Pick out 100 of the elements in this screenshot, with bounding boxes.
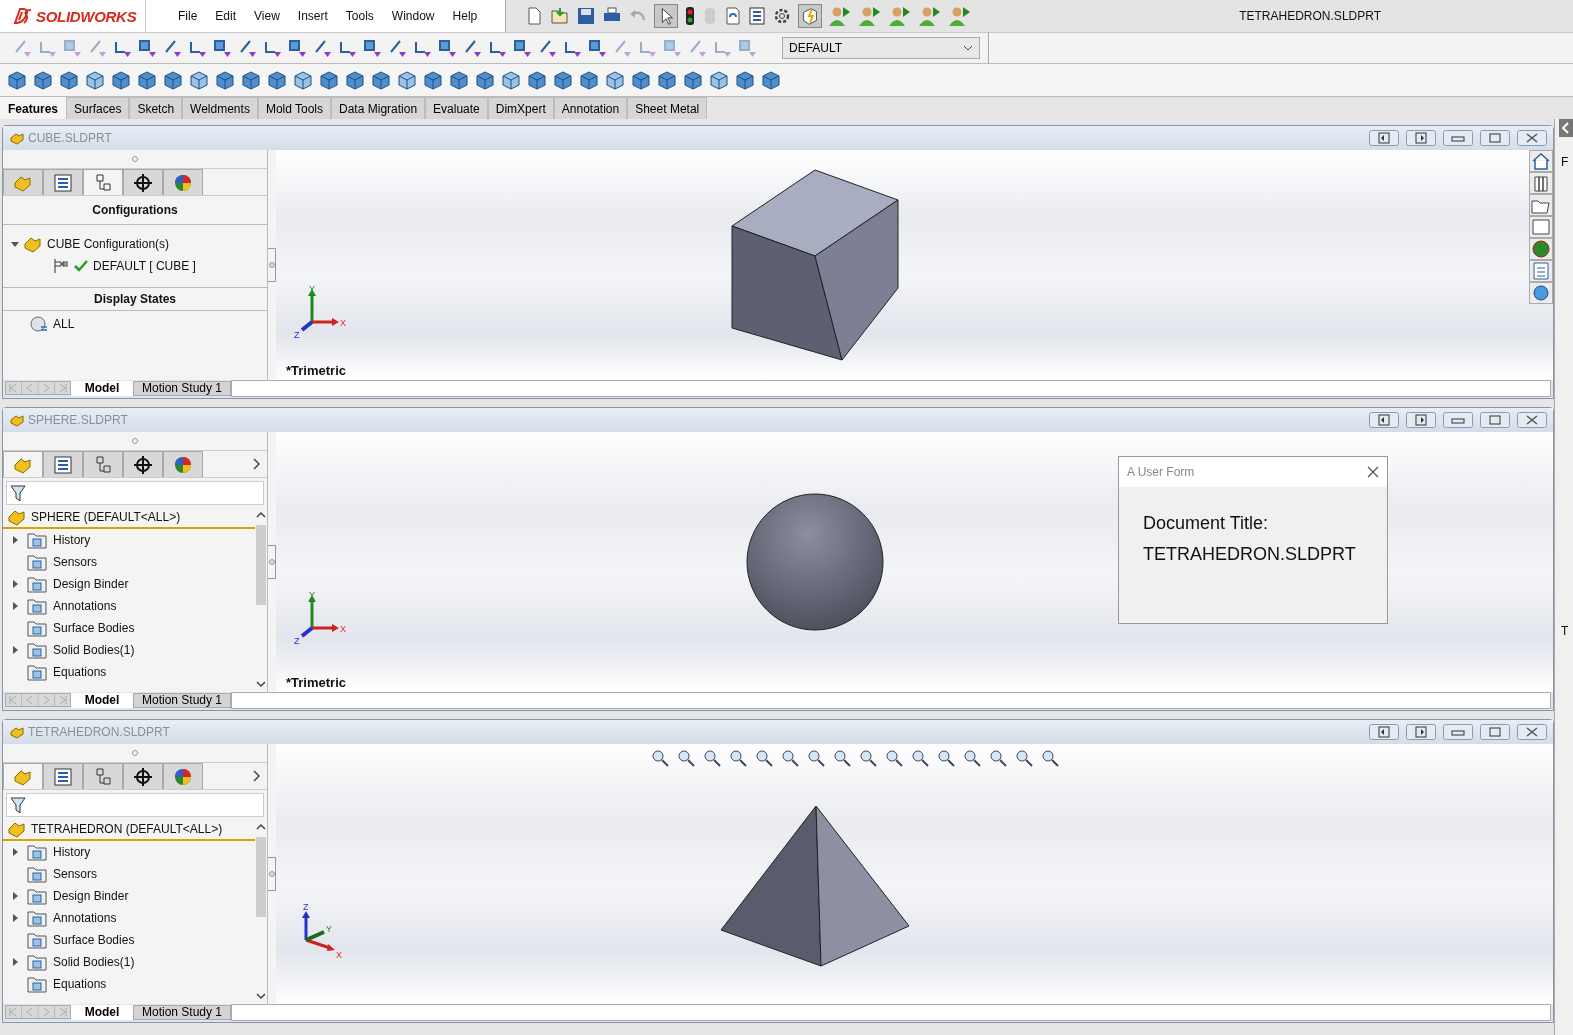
grip-dot-icon[interactable] [131,155,139,163]
sketch-filter-icon[interactable] [587,38,607,58]
select-cursor-icon[interactable] [654,4,678,28]
feature-block-icon[interactable] [630,69,652,91]
view-tool-icon[interactable] [805,748,826,768]
model-tab[interactable]: Motion Study 1 [133,380,232,396]
panel-tab[interactable] [123,169,163,195]
menu-item[interactable]: Insert [297,9,328,23]
feature-block-icon[interactable] [422,69,444,91]
chevron-right-icon[interactable] [253,770,261,782]
chevron-left-icon[interactable] [1559,119,1573,137]
panel-tab[interactable] [43,169,83,195]
minimize-icon[interactable] [1443,130,1473,146]
command-tab[interactable]: Surfaces [66,97,130,119]
sketch-filter-icon[interactable] [362,38,382,58]
home-icon[interactable] [1529,150,1553,172]
feature-block-icon[interactable] [58,69,80,91]
pyramid-model[interactable] [718,804,911,968]
feature-block-icon[interactable] [682,69,704,91]
model-tab[interactable]: Model [71,1004,133,1020]
close-icon[interactable] [1517,130,1547,146]
axis-triad-drawing[interactable]: Y X Z [292,284,348,342]
view-tool-icon[interactable] [987,748,1008,768]
view-tool-icon[interactable] [779,748,800,768]
feature-tree-item[interactable]: Surface Bodies [53,621,135,635]
sketch-filter-icon[interactable] [212,38,232,58]
expand-triangle-icon[interactable] [13,914,19,922]
traffic-light-icon[interactable] [684,6,696,26]
rebuild-document-icon[interactable] [724,6,742,26]
tile-right-icon[interactable] [1406,724,1436,740]
feature-block-icon[interactable] [656,69,678,91]
chevron-right-icon[interactable] [253,458,261,470]
tile-left-icon[interactable] [1369,724,1399,740]
menu-item[interactable]: Window [391,9,435,23]
menu-item[interactable]: File [178,9,198,23]
person-arrow-icon[interactable] [888,5,912,27]
view-tool-icon[interactable] [909,748,930,768]
grip-dot-icon[interactable] [131,749,139,757]
close-icon[interactable] [1367,466,1379,478]
person-arrow-icon[interactable] [918,5,942,27]
person-arrow-icon[interactable] [858,5,882,27]
feature-block-icon[interactable] [578,69,600,91]
sketch-filter-icon[interactable] [512,38,532,58]
feature-block-icon[interactable] [448,69,470,91]
feature-block-icon[interactable] [214,69,236,91]
part-root-item[interactable]: TETRAHEDRON (DEFAULT<ALL>) [31,822,223,836]
feature-tree-item[interactable]: Design Binder [53,889,129,903]
feature-block-icon[interactable] [162,69,184,91]
command-tab[interactable]: Weldments [182,97,258,119]
view-tool-icon[interactable] [649,748,670,768]
close-icon[interactable] [1517,412,1547,428]
color-ball-icon[interactable] [1529,238,1553,260]
feature-block-icon[interactable] [734,69,756,91]
splitter-handle-icon[interactable] [268,857,276,891]
sketch-filter-icon[interactable] [537,38,557,58]
view-tool-icon[interactable] [675,748,696,768]
sketch-filter-icon[interactable] [387,38,407,58]
feature-block-icon[interactable] [370,69,392,91]
panel-tab[interactable] [123,451,163,477]
feature-tree-item[interactable]: Solid Bodies(1) [53,955,135,969]
feature-block-icon[interactable] [292,69,314,91]
feature-tree-item[interactable]: Surface Bodies [53,933,135,947]
view-tool-icon[interactable] [1039,748,1060,768]
folder-icon[interactable] [1529,194,1553,216]
view-tool-icon[interactable] [1013,748,1034,768]
command-tab[interactable]: DimXpert [487,97,554,119]
sketch-filter-icon[interactable] [137,38,157,58]
filter-field[interactable] [6,481,264,505]
command-tab[interactable]: Features [0,97,67,119]
command-tab[interactable]: Data Migration [331,97,426,119]
feature-block-icon[interactable] [474,69,496,91]
grip-dot-icon[interactable] [131,437,139,445]
scroll-down-icon[interactable] [256,992,266,1000]
command-tab[interactable]: Evaluate [425,97,488,119]
close-icon[interactable] [1517,724,1547,740]
view-tool-icon[interactable] [935,748,956,768]
panel-tab[interactable] [43,451,83,477]
minimize-icon[interactable] [1443,724,1473,740]
scroll-up-icon[interactable] [256,823,266,831]
filter-field[interactable] [6,793,264,817]
view-tool-icon[interactable] [831,748,852,768]
feature-tree-item[interactable]: Equations [53,977,107,991]
view-tool-icon[interactable] [961,748,982,768]
feature-tree-item[interactable]: History [53,845,91,859]
books-icon[interactable] [1529,172,1553,194]
command-tab[interactable]: Annotation [553,97,628,119]
feature-tree-item[interactable]: Sensors [53,555,98,569]
part-root-item[interactable]: SPHERE (DEFAULT<ALL>) [31,510,181,524]
graphics-viewport[interactable]: Y X Z *Trimetric A User Form Document Title: TETRAHEDRON.SLDPRT [276,432,1553,692]
tile-right-icon[interactable] [1406,412,1436,428]
view-tool-icon[interactable] [727,748,748,768]
menu-item[interactable]: Tools [345,9,374,23]
feature-tree-item[interactable]: Solid Bodies(1) [53,643,135,657]
feature-tree-item[interactable]: Annotations [53,599,117,613]
feature-block-icon[interactable] [318,69,340,91]
save-icon[interactable] [576,6,596,26]
view-tool-icon[interactable] [701,748,722,768]
view-tool-icon[interactable] [753,748,774,768]
expand-triangle-icon[interactable] [13,848,19,856]
feature-block-icon[interactable] [84,69,106,91]
